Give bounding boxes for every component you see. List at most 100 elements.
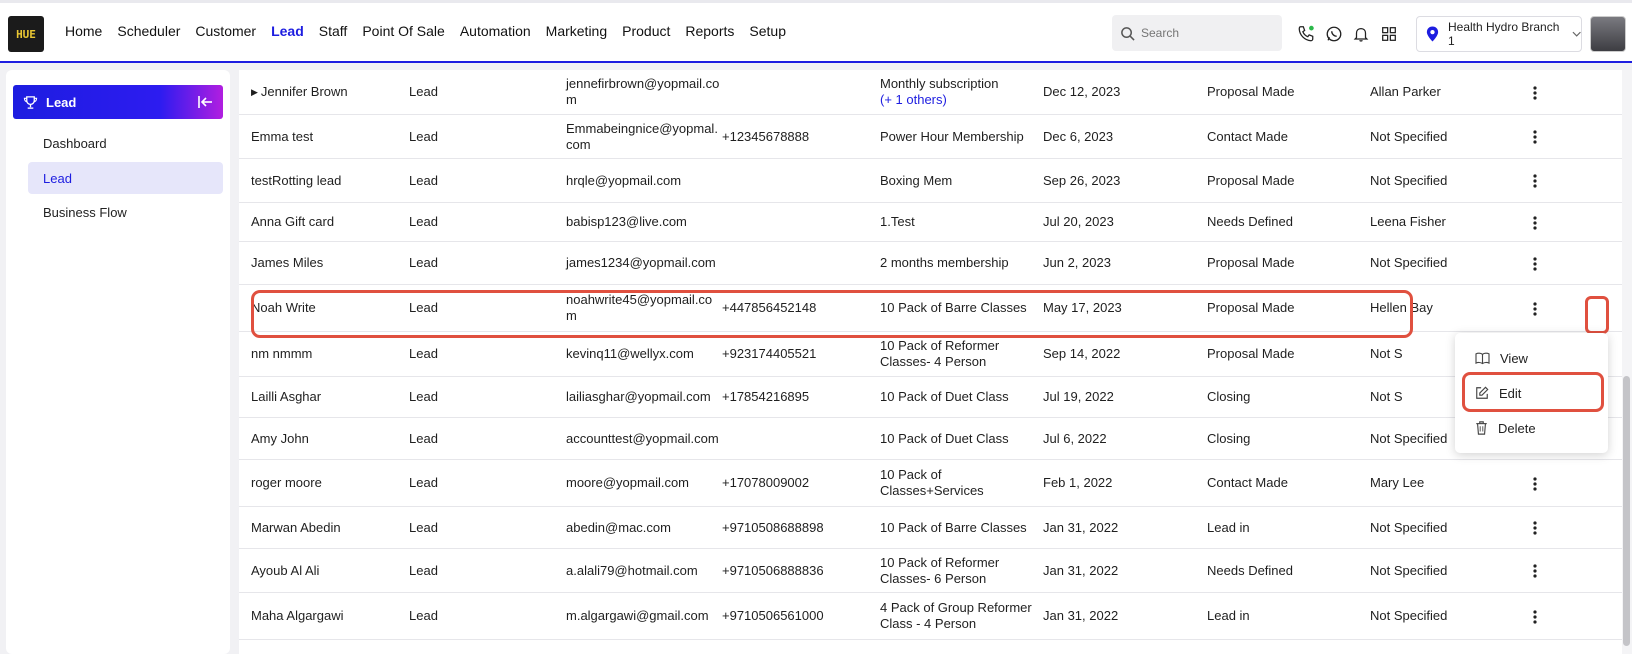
search-icon	[1121, 26, 1135, 41]
more-options-icon[interactable]	[1528, 475, 1542, 493]
cell-staff: Not Specified	[1370, 507, 1447, 548]
nav-staff[interactable]: Staff	[319, 23, 348, 39]
email-line-1: lailiasghar@yopmail.com	[566, 389, 711, 404]
table-row[interactable]: Anna Gift card Lead babisp123@live.com 1.Te…	[239, 203, 1622, 242]
table-row[interactable]: Ayoub Al Ali Lead a.alali79@hotmail.com +97…	[239, 549, 1622, 593]
cell-email: m.algargawi@gmail.com	[566, 593, 709, 639]
lead-staff: Leena Fisher	[1370, 214, 1446, 229]
nav-customer[interactable]: Customer	[195, 23, 256, 39]
more-options-icon[interactable]	[1528, 214, 1542, 232]
sidebar-item-lead[interactable]: Lead	[28, 162, 223, 194]
plan-line-1: 10 Pack of Barre Classes	[880, 300, 1027, 315]
cell-phone: +17854216895	[722, 377, 809, 417]
more-options-icon[interactable]	[1528, 128, 1542, 146]
bell-icon[interactable]	[1352, 25, 1370, 43]
cell-status: Closing	[1207, 418, 1250, 459]
chevron-down-icon	[1572, 31, 1581, 37]
plan-line-2[interactable]: (+ 1 others)	[880, 92, 999, 108]
cell-phone: +9710508688898	[722, 507, 824, 548]
lead-staff: Not Specified	[1370, 519, 1448, 535]
cell-type: Lead	[409, 285, 438, 331]
cell-type: Lead	[409, 418, 438, 459]
nav-setup[interactable]: Setup	[749, 23, 786, 39]
main-nav: Home Scheduler Customer Lead Staff Point…	[65, 23, 786, 39]
email-line-2: com	[566, 136, 591, 152]
cell-name: Amy John	[251, 418, 309, 459]
search-input[interactable]	[1141, 26, 1271, 40]
email-line-1: abedin@mac.com	[566, 519, 671, 535]
lead-status: Contact Made	[1207, 475, 1288, 490]
cell-plan: 10 Pack of Barre Classes	[880, 507, 1027, 548]
cell-status: Proposal Made	[1207, 70, 1294, 114]
phone-icon[interactable]	[1297, 25, 1315, 43]
cell-email: noahwrite45@yopmail.co m	[566, 285, 712, 331]
lead-name: testRotting lead	[251, 172, 342, 188]
brand-logo[interactable]: HUE	[8, 16, 44, 52]
more-options-icon[interactable]	[1528, 255, 1542, 273]
table-row[interactable]: roger moore Lead moore@yopmail.com +1707800…	[239, 460, 1622, 507]
cell-plan: 10 Pack of Reformer Classes- 4 Person	[880, 332, 999, 376]
table-row[interactable]: Lailli Asghar Lead lailiasghar@yopmail.com…	[239, 377, 1622, 418]
cell-plan: Boxing Mem	[880, 159, 952, 202]
nav-point-of-sale[interactable]: Point Of Sale	[362, 23, 445, 39]
more-options-icon[interactable]	[1528, 562, 1542, 580]
menu-item-view[interactable]: View	[1455, 341, 1608, 375]
cell-phone: +9710506888836	[722, 549, 824, 592]
email-line-1: a.alali79@hotmail.com	[566, 562, 698, 578]
cell-name: Lailli Asghar	[251, 377, 321, 417]
nav-product[interactable]: Product	[622, 23, 670, 39]
lead-name: Lailli Asghar	[251, 389, 322, 404]
menu-item-edit[interactable]: Edit	[1455, 376, 1608, 410]
collapse-sidebar-icon[interactable]	[197, 95, 213, 109]
nav-reports[interactable]: Reports	[685, 23, 734, 39]
table-row[interactable]: Marwan Abedin Lead abedin@mac.com +97105086…	[239, 507, 1622, 549]
user-avatar[interactable]	[1590, 16, 1626, 52]
cell-date: Jan 31, 2022	[1043, 507, 1118, 548]
cell-name: Anna Gift card	[251, 203, 334, 241]
table-row[interactable]: nm nmmm Lead kevinq11@wellyx.com +923174405…	[239, 332, 1622, 377]
more-options-icon[interactable]	[1528, 608, 1542, 626]
plan-line-2: Classes+Services	[880, 483, 984, 498]
nav-home[interactable]: Home	[65, 23, 102, 39]
table-row[interactable]: Emma test Lead Emmabeingnice@yopmal. com +12…	[239, 115, 1622, 159]
more-options-icon[interactable]	[1528, 300, 1542, 318]
location-pin-icon	[1426, 26, 1439, 42]
lead-phone: +9710506888836	[722, 562, 824, 578]
more-options-icon[interactable]	[1528, 84, 1542, 102]
lead-date: Jul 6, 2022	[1043, 430, 1107, 446]
nav-automation[interactable]: Automation	[460, 23, 531, 39]
nav-marketing[interactable]: Marketing	[546, 23, 607, 39]
sidebar-item-business-flow[interactable]: Business Flow	[28, 196, 223, 228]
lead-staff: Hellen Bay	[1370, 300, 1433, 315]
more-options-icon[interactable]	[1528, 172, 1542, 190]
nav-lead[interactable]: Lead	[271, 23, 304, 39]
lead-status: Proposal Made	[1207, 172, 1295, 188]
sidebar-item-dashboard[interactable]: Dashboard	[28, 127, 223, 159]
table-row[interactable]: Amy John Lead accounttest@yopmail.com 10 Pa…	[239, 418, 1622, 460]
table-row[interactable]: ▶ Jennifer Brown Lead jennefirbrown@yopmail…	[239, 70, 1622, 115]
cell-name: Ayoub Al Ali	[251, 549, 319, 592]
cell-date: Jul 6, 2022	[1043, 418, 1107, 459]
cell-date: Sep 14, 2022	[1043, 332, 1120, 376]
cell-date: Jan 31, 2022	[1043, 549, 1118, 592]
menu-item-label: Edit	[1499, 385, 1522, 401]
more-options-icon[interactable]	[1528, 519, 1542, 537]
expand-caret-icon[interactable]: ▶	[251, 84, 258, 100]
cell-name: James Miles	[251, 242, 323, 284]
menu-item-delete[interactable]: Delete	[1455, 411, 1608, 445]
cell-plan: 10 Pack of Duet Class	[880, 377, 1009, 417]
vertical-scrollbar[interactable]	[1622, 70, 1632, 654]
scrollbar-thumb[interactable]	[1623, 376, 1630, 646]
grid-apps-icon[interactable]	[1380, 25, 1398, 43]
cell-date: Dec 12, 2023	[1043, 70, 1120, 114]
table-row[interactable]: Maha Algargawi Lead m.algargawi@gmail.com +…	[239, 593, 1622, 640]
table-row[interactable]: James Miles Lead james1234@yopmail.com 2 mo…	[239, 242, 1622, 285]
table-row[interactable]: testRotting lead Lead hrqle@yopmail.com Box…	[239, 159, 1622, 203]
branch-selector[interactable]: Health Hydro Branch 1	[1416, 16, 1582, 52]
cell-email: jennefirbrown@yopmail.co m	[566, 70, 719, 114]
table-row[interactable]: Noah Write Lead noahwrite45@yopmail.co m +44…	[239, 285, 1622, 332]
whatsapp-icon[interactable]	[1325, 25, 1343, 43]
cell-staff: Hellen Bay	[1370, 285, 1433, 331]
nav-scheduler[interactable]: Scheduler	[117, 23, 180, 39]
lead-type: Lead	[409, 430, 438, 446]
